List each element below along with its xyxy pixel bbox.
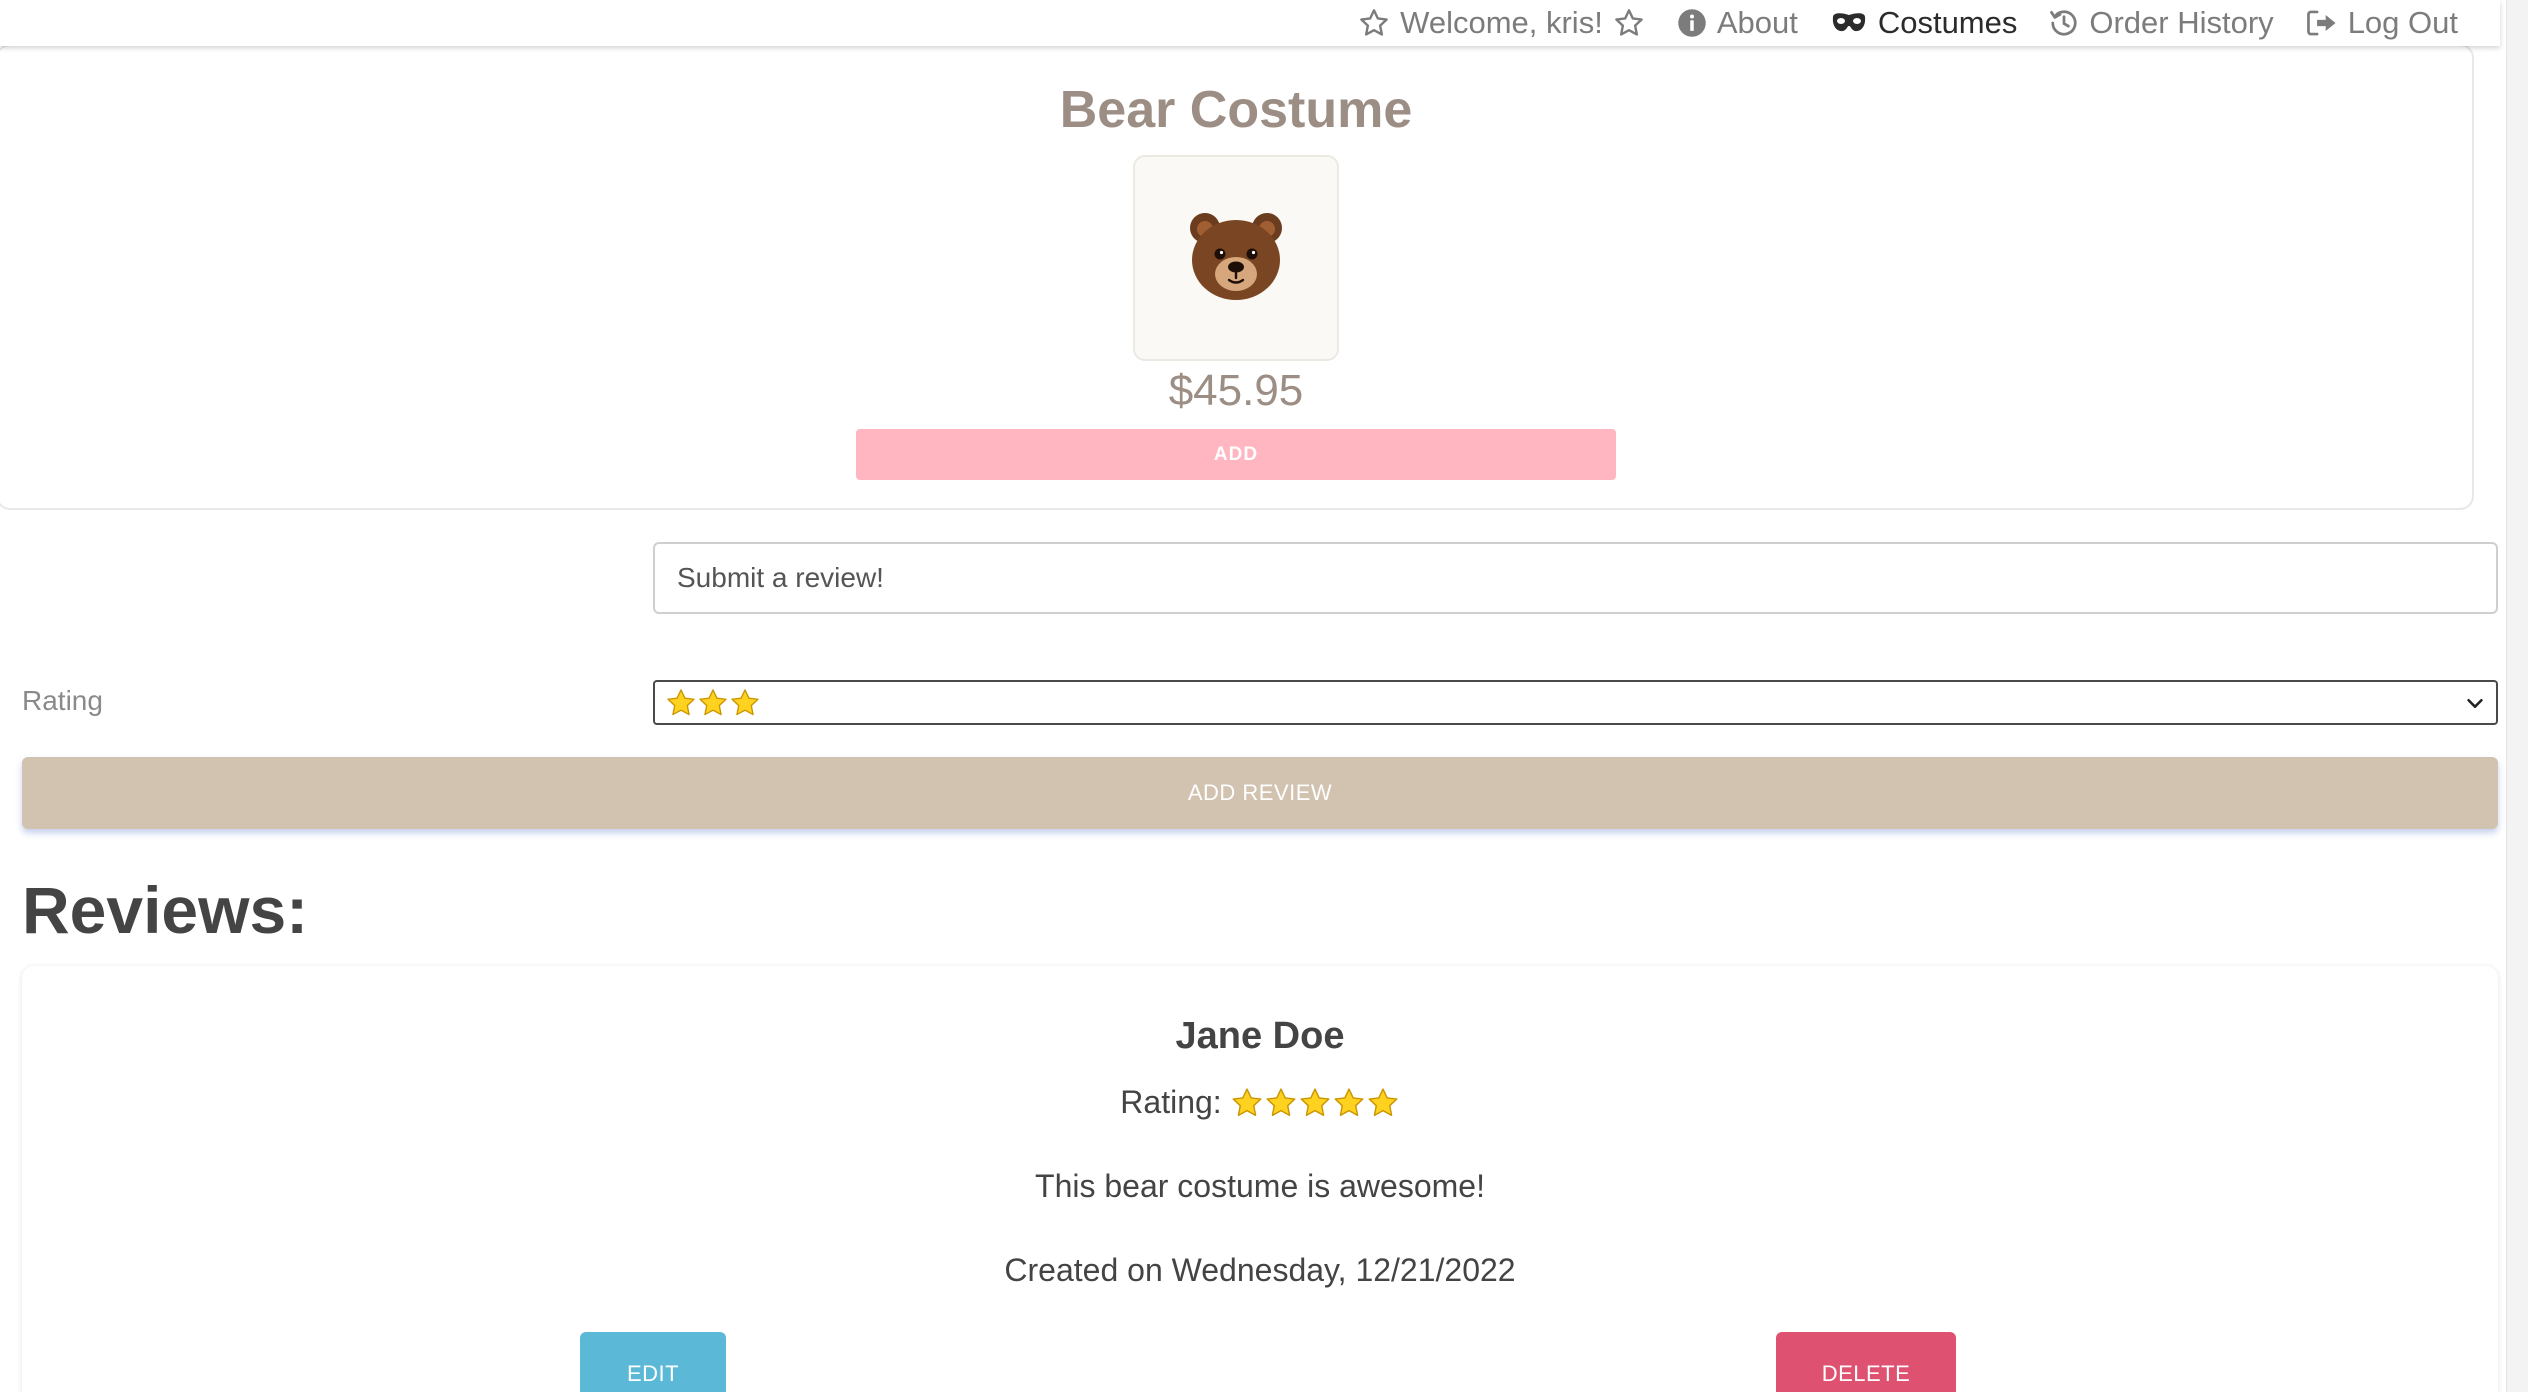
- rating-select[interactable]: [653, 680, 2498, 725]
- sign-out-icon: [2306, 8, 2338, 38]
- nav-costumes[interactable]: Costumes: [1830, 5, 2018, 41]
- nav-about-label: About: [1716, 5, 1798, 40]
- add-review-button[interactable]: ADD REVIEW: [22, 757, 2498, 829]
- info-circle-icon: [1677, 8, 1707, 38]
- star-icon: [667, 688, 695, 715]
- edit-review-button[interactable]: EDIT: [580, 1332, 726, 1392]
- nav-log-out[interactable]: Log Out: [2306, 5, 2458, 41]
- star-icon: [699, 688, 727, 715]
- review-rating: Rating:: [0, 1084, 2520, 1121]
- mask-icon: [1830, 10, 1868, 36]
- product-title: Bear Costume: [1059, 81, 1413, 139]
- nav-links: Welcome, kris! About Costumes Order Hist…: [1358, 0, 2458, 46]
- star-outline-icon: [1358, 7, 1390, 39]
- nav-order-history[interactable]: Order History: [2049, 5, 2274, 41]
- star-outline-icon: [1613, 7, 1645, 39]
- nav-costumes-label: Costumes: [1877, 5, 2018, 40]
- review-input[interactable]: [653, 542, 2498, 614]
- chevron-down-icon: [2464, 692, 2486, 719]
- delete-review-button[interactable]: DELETE: [1776, 1332, 1956, 1392]
- nav-log-out-label: Log Out: [2347, 5, 2458, 40]
- welcome-text: Welcome, kris!: [1400, 5, 1603, 40]
- star-icon: [1368, 1087, 1398, 1116]
- review-text: This bear costume is awesome!: [1035, 1168, 1485, 1204]
- bear-face-icon: [1186, 208, 1286, 309]
- nav-about[interactable]: About: [1677, 5, 1798, 41]
- product-price: $45.95: [1168, 366, 1304, 415]
- top-navbar: Welcome, kris! About Costumes Order Hist…: [0, 0, 2500, 46]
- page: Welcome, kris! About Costumes Order Hist…: [0, 0, 2528, 1392]
- reviews-heading: Reviews:: [22, 873, 309, 947]
- review-rating-label: Rating:: [1120, 1084, 1222, 1120]
- nav-order-history-label: Order History: [2089, 5, 2274, 40]
- reviewer-name: Jane Doe: [1175, 1015, 1345, 1057]
- review-rating-stars: [1230, 1086, 1400, 1120]
- selected-rating-stars: [665, 687, 761, 719]
- star-icon: [731, 688, 759, 715]
- star-icon: [1232, 1087, 1262, 1116]
- rating-label: Rating: [22, 685, 103, 716]
- product-image: [1133, 155, 1339, 361]
- star-icon: [1334, 1087, 1364, 1116]
- history-icon: [2049, 8, 2079, 38]
- review-date: Created on Wednesday, 12/21/2022: [1004, 1252, 1516, 1288]
- nav-welcome: Welcome, kris!: [1358, 5, 1645, 41]
- add-to-cart-button[interactable]: ADD: [856, 429, 1616, 480]
- star-icon: [1300, 1087, 1330, 1116]
- star-icon: [1266, 1087, 1296, 1116]
